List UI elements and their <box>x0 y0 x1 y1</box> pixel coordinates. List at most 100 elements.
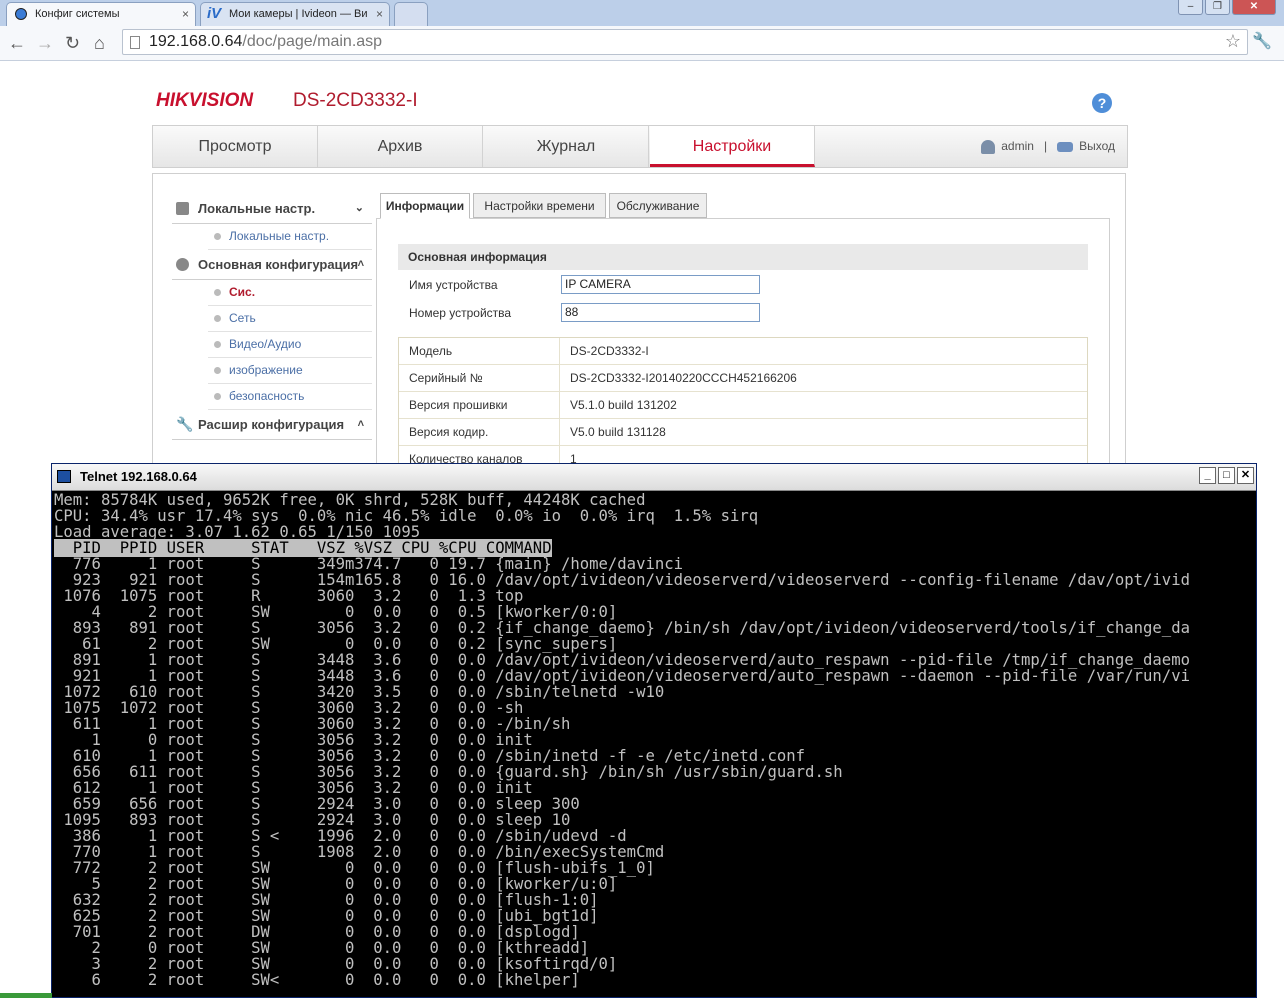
settings-content: Локальные настр. ⌄ Локальные настр. Осно… <box>152 173 1126 478</box>
sidebar-group-label: Локальные настр. <box>198 201 316 216</box>
info-key: Модель <box>409 344 453 358</box>
url-host: 192.168.0.64 <box>149 33 243 50</box>
info-value: DS-2CD3332-I20140220CCCH452166206 <box>570 371 797 385</box>
main-navigation: Просмотр Архив Журнал Настройки admin | … <box>152 125 1128 168</box>
process-row: 923 921 root S 154m165.8 0 16.0 /dav/opt… <box>54 571 1190 589</box>
window-controls: – ❐ ✕ <box>1178 0 1276 16</box>
device-name-input[interactable]: IP CAMERA <box>561 275 760 294</box>
process-row: 701 2 root DW 0 0.0 0 0.0 [dsplogd] <box>54 923 580 941</box>
bullet-icon <box>214 367 221 374</box>
process-row: 2 0 root SW 0 0.0 0 0.0 [kthreadd] <box>54 939 590 957</box>
restore-icon[interactable]: ❐ <box>1205 0 1230 15</box>
bullet-icon <box>214 289 221 296</box>
process-row: 1076 1075 root R 3060 3.2 0 1.3 top <box>54 587 524 605</box>
user-icon <box>981 139 996 154</box>
process-row: 770 1 root S 1908 2.0 0 0.0 /bin/execSys… <box>54 843 665 861</box>
chevron-down-icon: ⌄ <box>354 202 364 214</box>
chevron-up-icon: ˄ <box>357 258 364 270</box>
hikvision-logo: HIKVISION <box>156 90 254 111</box>
info-key: Версия кодир. <box>409 425 489 439</box>
sidebar-item-network[interactable]: Сеть <box>208 306 372 332</box>
device-info-table: Модель DS-2CD3332-I Серийный № DS-2CD3332-… <box>398 337 1088 473</box>
minimize-icon[interactable]: _ <box>1199 467 1216 484</box>
terminal-icon <box>57 470 71 483</box>
info-value: DS-2CD3332-I <box>570 344 649 358</box>
bookmark-star-icon[interactable]: ☆ <box>1225 31 1241 52</box>
sidebar-item-label: Сис. <box>229 285 256 299</box>
sidebar-item-security[interactable]: безопасность <box>208 384 372 410</box>
url-path: /doc/page/main.asp <box>242 33 383 50</box>
terminal-output[interactable]: Mem: 85784K used, 9652K free, 0K shrd, 5… <box>54 492 1254 997</box>
process-row: 61 2 root SW 0 0.0 0 0.2 [sync_supers] <box>54 635 618 653</box>
device-name-label: Имя устройства <box>409 278 498 292</box>
nav-log[interactable]: Журнал <box>484 126 649 167</box>
bullet-icon <box>214 233 221 240</box>
close-window-icon[interactable]: ✕ <box>1232 0 1276 15</box>
close-tab-icon[interactable]: × <box>182 3 189 25</box>
telnet-title: Telnet 192.168.0.64 <box>80 469 197 484</box>
reload-icon[interactable]: ↻ <box>65 30 80 56</box>
process-row: 3 2 root SW 0 0.0 0 0.0 [ksoftirqd/0] <box>54 955 618 973</box>
process-row: 5 2 root SW 0 0.0 0 0.0 [kworker/u:0] <box>54 875 618 893</box>
browser-tab[interactable]: iV Мои камеры | Ivideon — Ви × <box>200 2 390 26</box>
sidebar-item-image[interactable]: изображение <box>208 358 372 384</box>
info-value: V5.0 build 131128 <box>570 425 666 439</box>
browser-tabbar: Конфиг системы × iV Мои камеры | Ivideon… <box>0 0 1284 26</box>
browser-tab-active[interactable]: Конфиг системы × <box>6 2 196 26</box>
process-row: 1072 610 root S 3420 3.5 0 0.0 /sbin/tel… <box>54 683 665 701</box>
sidebar-group-advanced[interactable]: 🔧 Расшир конфигурация ˄ <box>172 410 372 440</box>
wrench-icon[interactable]: 🔧 <box>1252 31 1272 51</box>
page-icon <box>130 36 140 49</box>
sidebar-item-video-audio[interactable]: Видео/Аудио <box>208 332 372 358</box>
sidebar-item-local[interactable]: Локальные настр. <box>208 224 372 250</box>
nav-preview[interactable]: Просмотр <box>153 126 318 167</box>
process-row: 891 1 root S 3448 3.6 0 0.0 /dav/opt/ivi… <box>54 651 1190 669</box>
bullet-icon <box>214 341 221 348</box>
logout-link[interactable]: Выход <box>1079 139 1115 153</box>
gear-icon <box>176 258 189 271</box>
sidebar-item-system[interactable]: Сис. <box>208 280 372 306</box>
url-text[interactable]: 192.168.0.64/doc/page/main.asp <box>149 33 382 51</box>
info-key: Версия прошивки <box>409 398 508 412</box>
telnet-titlebar[interactable]: Telnet 192.168.0.64 _ □ ✕ <box>52 464 1256 491</box>
process-row: 610 1 root S 3056 3.2 0 0.0 /sbin/inetd … <box>54 747 806 765</box>
maximize-icon[interactable]: □ <box>1218 467 1235 484</box>
help-icon[interactable]: ? <box>1092 93 1112 113</box>
back-icon[interactable]: ← <box>8 30 26 56</box>
ivideon-favicon-icon: iV <box>207 5 222 22</box>
browser-scroll-area[interactable] <box>1254 463 1281 998</box>
info-value: V5.1.0 build 131202 <box>570 398 677 412</box>
settings-sidebar: Локальные настр. ⌄ Локальные настр. Осно… <box>172 194 372 440</box>
table-row: Серийный № DS-2CD3332-I20140220CCCH452166… <box>399 365 1087 392</box>
sidebar-item-label: Локальные настр. <box>229 229 330 243</box>
process-row: 893 891 root S 3056 3.2 0 0.2 {if_change… <box>54 619 1190 637</box>
device-number-input[interactable]: 88 <box>561 303 760 322</box>
process-row: 659 656 root S 2924 3.0 0 0.0 sleep 300 <box>54 795 580 813</box>
sidebar-group-basic[interactable]: Основная конфигурация ˄ <box>172 250 372 280</box>
tab-maintenance[interactable]: Обслуживание <box>609 193 707 218</box>
sidebar-group-local[interactable]: Локальные настр. ⌄ <box>172 194 372 224</box>
process-table-header: PID PPID USER STAT VSZ %VSZ CPU %CPU COM… <box>54 539 1254 557</box>
process-row: 772 2 root SW 0 0.0 0 0.0 [flush-ubifs_1… <box>54 859 655 877</box>
bullet-icon <box>214 393 221 400</box>
logout-icon[interactable] <box>1057 141 1074 152</box>
new-tab-button[interactable] <box>394 2 428 26</box>
nav-settings[interactable]: Настройки <box>650 126 815 167</box>
address-bar[interactable]: 192.168.0.64/doc/page/main.asp ☆ <box>122 29 1248 55</box>
tab-time-settings[interactable]: Настройки времени <box>473 193 606 218</box>
home-icon[interactable]: ⌂ <box>94 30 105 56</box>
bullet-icon <box>214 315 221 322</box>
telnet-window-controls: _ □ ✕ <box>1199 467 1254 484</box>
close-icon[interactable]: ✕ <box>1237 467 1254 484</box>
process-row: 776 1 root S 349m374.7 0 19.7 {main} /ho… <box>54 555 684 573</box>
close-tab-icon[interactable]: × <box>376 3 383 25</box>
tab-information[interactable]: Информации <box>380 193 470 219</box>
nav-archive[interactable]: Архив <box>318 126 483 167</box>
info-key: Серийный № <box>409 371 483 385</box>
minimize-icon[interactable]: – <box>1178 0 1203 15</box>
section-title: Основная информация <box>398 244 1088 270</box>
process-row: 656 611 root S 3056 3.2 0 0.0 {guard.sh}… <box>54 763 843 781</box>
telnet-window[interactable]: Telnet 192.168.0.64 _ □ ✕ Mem: 85784K us… <box>51 463 1257 998</box>
forward-icon[interactable]: → <box>36 30 54 56</box>
wrench-icon: 🔧 <box>176 416 194 432</box>
